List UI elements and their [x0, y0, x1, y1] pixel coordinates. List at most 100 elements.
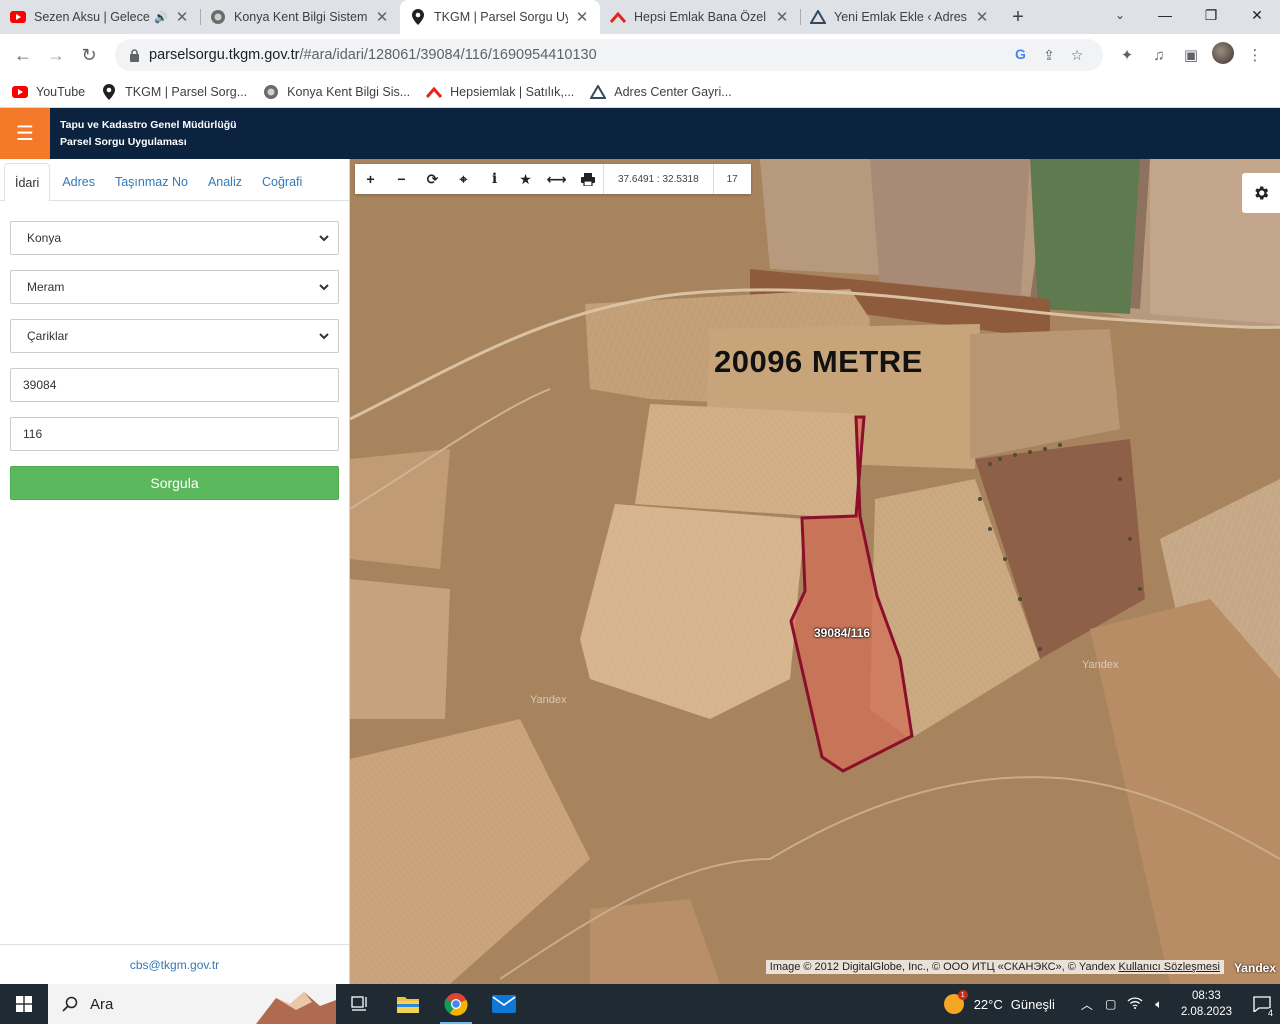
minimize-icon[interactable]: —	[1142, 0, 1188, 30]
close-tab-icon[interactable]: ✕	[574, 8, 590, 26]
tab-analiz[interactable]: Analiz	[198, 163, 252, 201]
browser-tab-youtube[interactable]: Sezen Aksu | Gelecek 🔊 ✕	[0, 0, 200, 34]
parsel-input[interactable]: 116	[10, 417, 339, 451]
map-attribution: Image © 2012 DigitalGlobe, Inc., © ООО И…	[765, 960, 1224, 974]
side-panel-icon[interactable]: ▣	[1175, 46, 1207, 64]
locate-crosshair-icon[interactable]: ⌖	[448, 164, 479, 194]
print-icon[interactable]	[572, 164, 603, 194]
close-tab-icon[interactable]: ✕	[974, 8, 990, 26]
parcel-label[interactable]: 39084/116	[814, 626, 870, 640]
speaker-icon[interactable]: 🔊	[154, 11, 168, 24]
url-path: /#ara/idari/128061/39084/116/16909544101…	[299, 47, 597, 63]
wifi-icon[interactable]	[1123, 996, 1147, 1012]
bookmark-tkgm[interactable]: TKGM | Parsel Sorg...	[101, 83, 248, 100]
zoom-level: 17	[712, 164, 751, 194]
yandex-logo[interactable]: Yandex	[1234, 961, 1276, 975]
contact-email-link[interactable]: cbs@tkgm.gov.tr	[0, 944, 349, 984]
measure-distance-icon[interactable]: ⟷	[541, 164, 572, 194]
mahalle-select[interactable]: Çariklar	[10, 319, 339, 353]
map-view[interactable]: + − ⟳ ⌖ i ★ ⟷ 37.6491 : 32.5318 17 20096…	[350, 159, 1280, 984]
query-tabs: İdari Adres Taşınmaz No Analiz Coğrafi	[0, 159, 349, 202]
chevron-up-icon[interactable]: ︿	[1075, 996, 1099, 1013]
hepsiemlak-icon	[610, 9, 626, 25]
map-pin-icon	[410, 9, 426, 25]
task-view-icon[interactable]	[336, 984, 384, 1024]
mail-icon[interactable]	[480, 984, 528, 1024]
ilce-value: Meram	[27, 280, 65, 294]
google-lens-icon[interactable]: G	[1007, 46, 1035, 65]
favorite-star-icon[interactable]: ★	[510, 164, 541, 194]
adres-center-icon	[810, 9, 826, 25]
new-tab-button[interactable]: +	[1000, 0, 1036, 34]
tab-search-icon[interactable]: ⌄	[1108, 0, 1132, 30]
browser-tab-tkgm[interactable]: TKGM | Parsel Sorgu Uyg ✕	[400, 0, 600, 34]
more-menu-icon[interactable]: ⋮	[1239, 46, 1271, 64]
bookmark-youtube[interactable]: YouTube	[12, 84, 85, 100]
info-icon[interactable]: i	[479, 164, 510, 194]
hamburger-menu-icon[interactable]: ☰	[0, 108, 50, 159]
gear-icon[interactable]	[1242, 173, 1280, 213]
back-icon[interactable]: ←	[8, 40, 38, 70]
bookmark-label: Konya Kent Bilgi Sis...	[287, 84, 411, 99]
bookmark-adres-center[interactable]: Adres Center Gayri...	[590, 84, 732, 100]
bookmark-star-icon[interactable]: ☆	[1063, 47, 1091, 64]
weather-temp: 22°C	[973, 996, 1003, 1012]
profile-avatar[interactable]	[1207, 42, 1239, 68]
il-select[interactable]: Konya	[10, 221, 339, 255]
parsel-value: 116	[23, 427, 43, 441]
address-bar[interactable]: parselsorgu.tkgm.gov.tr/#ara/idari/12806…	[115, 39, 1103, 71]
terms-link[interactable]: Kullanıcı Sözleşmesi	[1119, 961, 1221, 973]
zoom-in-icon[interactable]: +	[355, 164, 386, 194]
tab-title: Konya Kent Bilgi Sistemi	[234, 10, 368, 24]
volume-icon[interactable]: 🔈︎	[1147, 997, 1171, 1012]
ada-value: 39084	[23, 378, 57, 392]
notification-icon[interactable]: 4	[1244, 984, 1280, 1024]
close-tab-icon[interactable]: ✕	[174, 8, 190, 26]
clock[interactable]: 08:33 2.08.2023	[1181, 988, 1232, 1020]
reload-icon[interactable]: ↻	[74, 40, 104, 70]
lock-icon[interactable]	[127, 48, 141, 62]
browser-tab-adres-center[interactable]: Yeni Emlak Ekle ‹ Adres C ✕	[800, 0, 1000, 34]
bookmark-konya[interactable]: Konya Kent Bilgi Sis...	[263, 84, 410, 100]
restore-icon[interactable]: ❐	[1188, 0, 1234, 30]
tab-cografi[interactable]: Coğrafi	[252, 163, 312, 201]
taskbar-search[interactable]: Ara	[48, 984, 336, 1024]
distance-label: 20096 METRE	[714, 344, 923, 379]
weather-badge: 1	[957, 990, 968, 1000]
bookmark-label: TKGM | Parsel Sorg...	[125, 84, 248, 99]
idari-form: Konya Meram Çariklar 39084 116 Sorgula	[0, 201, 349, 500]
bookmark-hepsiemlak[interactable]: Hepsiemlak | Satılık,...	[426, 84, 574, 100]
ada-input[interactable]: 39084	[10, 368, 339, 402]
ilce-select[interactable]: Meram	[10, 270, 339, 304]
media-control-icon[interactable]: ♫	[1143, 47, 1175, 64]
tab-title: Hepsi Emlak Bana Özel	[634, 10, 767, 24]
youtube-icon	[12, 84, 28, 100]
tab-idari[interactable]: İdari	[4, 163, 51, 202]
close-tab-icon[interactable]: ✕	[374, 8, 390, 26]
weather-text: Güneşli	[1010, 996, 1055, 1012]
windows-start-icon[interactable]	[0, 984, 48, 1024]
close-tab-icon[interactable]: ✕	[774, 8, 790, 26]
browser-tab-konya[interactable]: Konya Kent Bilgi Sistemi ✕	[200, 0, 400, 34]
close-window-icon[interactable]: ✕	[1234, 0, 1280, 30]
refresh-icon[interactable]: ⟳	[417, 164, 448, 194]
chrome-icon[interactable]	[432, 984, 480, 1024]
zoom-out-icon[interactable]: −	[386, 164, 417, 194]
youtube-icon	[10, 9, 26, 25]
system-tray: 1 22°C Güneşli ︿ ▢ 🔈︎ 08:33 2.08.2023 4	[943, 984, 1280, 1024]
forward-icon[interactable]: →	[41, 40, 71, 70]
extensions-icon[interactable]: ✦	[1111, 46, 1143, 64]
weather-widget[interactable]: 1 22°C Güneşli	[943, 990, 1055, 1014]
file-explorer-icon[interactable]	[384, 984, 432, 1024]
sorgula-button[interactable]: Sorgula	[10, 466, 339, 500]
tab-tasinmaz-no[interactable]: Taşınmaz No	[105, 163, 198, 201]
tab-adres[interactable]: Adres	[52, 163, 105, 201]
chevron-down-icon	[319, 333, 329, 340]
coordinate-readout: 37.6491 : 32.5318	[603, 164, 713, 194]
share-icon[interactable]: ⇪	[1035, 47, 1063, 64]
browser-tab-hepsiemlak[interactable]: Hepsi Emlak Bana Özel ✕	[600, 0, 800, 34]
adres-center-icon	[590, 84, 607, 100]
brand-line-1: Tapu ve Kadastro Genel Müdürlüğü	[60, 119, 237, 131]
yandex-watermark: Yandex	[1082, 659, 1119, 671]
meet-now-icon[interactable]: ▢	[1099, 997, 1123, 1011]
